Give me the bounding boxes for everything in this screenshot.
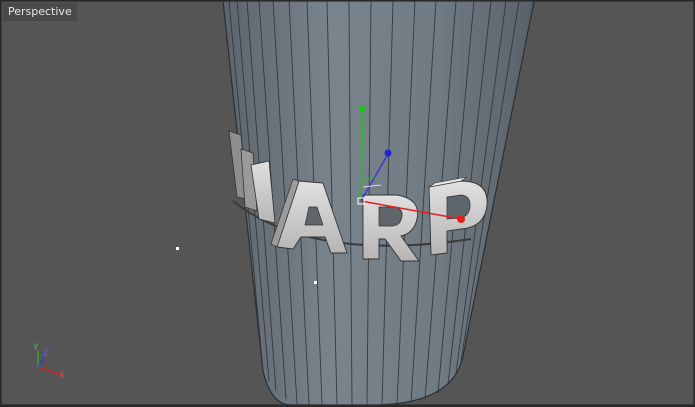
perspective-viewport[interactable]: W [1, 1, 694, 405]
gizmo-z-handle[interactable] [384, 149, 392, 157]
viewport-camera-label[interactable]: Perspective [3, 3, 77, 21]
gizmo-x-handle[interactable] [457, 215, 465, 223]
world-axis-indicator: Y Z X [32, 343, 65, 381]
axis-y-label: Y [32, 343, 39, 353]
scene-point [176, 247, 179, 250]
axis-z-label: Z [43, 349, 49, 359]
viewport-scene[interactable]: W [1, 1, 694, 405]
scene-point [314, 281, 317, 284]
axis-x-label: X [59, 371, 65, 381]
gizmo-y-handle[interactable] [359, 105, 366, 112]
